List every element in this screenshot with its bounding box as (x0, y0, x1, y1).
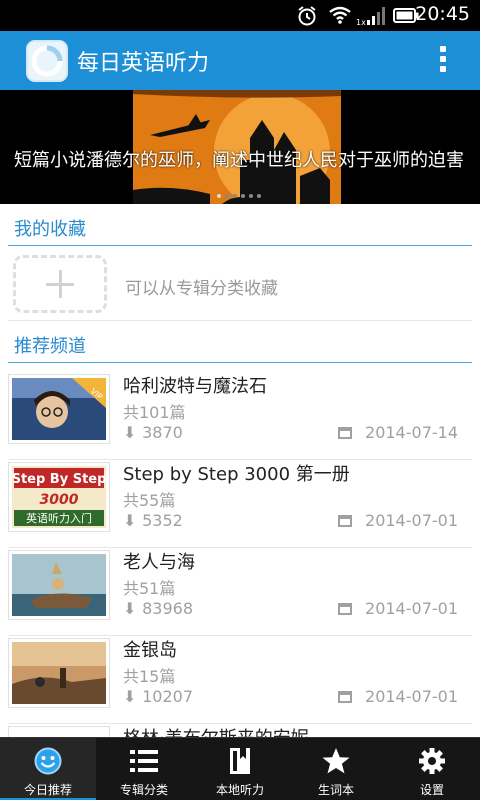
tab-local-listening[interactable]: 本地听力 (192, 738, 288, 800)
list-icon (130, 750, 158, 772)
tab-label: 生词本 (317, 783, 354, 797)
item-downloads: ⬇ 10207 (123, 687, 193, 706)
bottom-tab-bar: 今日推荐 专辑分类 本地听力 生词本 设置 (0, 737, 480, 800)
album-cover (8, 638, 110, 708)
item-count: 共101篇 (123, 403, 186, 422)
download-icon: ⬇ (123, 599, 137, 618)
calendar-icon (338, 691, 352, 703)
item-downloads: ⬇ 83968 (123, 599, 193, 618)
gear-icon (419, 748, 445, 774)
add-favorite-button[interactable] (13, 255, 107, 313)
divider (8, 320, 472, 321)
status-time: 20:45 (415, 3, 470, 25)
banner-caption: 短篇小说潘德尔的巫师，阐述中世纪人民对于巫师的迫害 (14, 150, 464, 171)
item-count: 共55篇 (123, 491, 176, 510)
svg-text:Step By Step: Step By Step (12, 472, 106, 487)
svg-text:3000: 3000 (40, 492, 79, 508)
tab-settings[interactable]: 设置 (384, 738, 480, 800)
tab-vocabulary[interactable]: 生词本 (288, 738, 384, 800)
list-item[interactable]: Step By Step 3000 英语听力入门 Step by Step 30… (8, 460, 472, 548)
item-date: 2014-07-01 (365, 687, 458, 706)
calendar-icon (338, 515, 352, 527)
svg-text:英语听力入门: 英语听力入门 (26, 511, 92, 525)
app-logo-icon (26, 40, 68, 82)
svg-text:1x: 1x (356, 18, 366, 27)
album-cover: VIP (8, 374, 110, 444)
item-date: 2014-07-01 (365, 599, 458, 618)
list-item[interactable]: 老人与海 共51篇 ⬇ 83968 2014-07-01 (8, 548, 472, 636)
banner-carousel[interactable]: 短篇小说潘德尔的巫师，阐述中世纪人民对于巫师的迫害 (0, 90, 480, 204)
album-cover: Step By Step 3000 英语听力入门 (8, 462, 110, 532)
item-date: 2014-07-14 (365, 423, 458, 442)
alarm-icon (298, 6, 316, 26)
calendar-icon (338, 603, 352, 615)
overflow-menu-icon[interactable] (438, 46, 448, 76)
book-icon (230, 748, 250, 774)
favorites-hint: 可以从专辑分类收藏 (125, 279, 278, 299)
tab-album-category[interactable]: 专辑分类 (96, 738, 192, 800)
list-item[interactable]: 金银岛 共15篇 ⬇ 10207 2014-07-01 (8, 636, 472, 724)
tab-label: 设置 (419, 783, 444, 797)
item-downloads: ⬇ 3870 (123, 423, 183, 442)
album-cover (8, 550, 110, 620)
item-count: 共51篇 (123, 579, 176, 598)
item-downloads: ⬇ 5352 (123, 511, 183, 530)
status-bar: 1x 20:45 (0, 0, 480, 31)
item-title: 金银岛 (123, 640, 177, 661)
item-date: 2014-07-01 (365, 511, 458, 530)
app-bar: 每日英语听力 (0, 31, 480, 90)
section-divider (8, 245, 472, 246)
favorites-section-title: 我的收藏 (14, 219, 86, 240)
star-icon (322, 748, 350, 774)
app-title: 每日英语听力 (77, 51, 210, 76)
banner-image (0, 90, 480, 204)
list-item[interactable]: VIP 哈利波特与魔法石 共101篇 ⬇ 3870 2014-07-14 (8, 372, 472, 460)
item-title: 老人与海 (123, 552, 195, 573)
item-title: 哈利波特与魔法石 (123, 376, 267, 397)
tab-label: 专辑分类 (119, 783, 168, 797)
tab-today-recommend[interactable]: 今日推荐 (0, 738, 96, 800)
calendar-icon (338, 427, 352, 439)
item-count: 共15篇 (123, 667, 176, 686)
wifi-icon (329, 6, 351, 24)
recommended-section-title: 推荐频道 (14, 336, 86, 357)
signal-icon: 1x (356, 7, 385, 27)
download-icon: ⬇ (123, 511, 137, 530)
section-divider (8, 362, 472, 363)
download-icon: ⬇ (123, 423, 137, 442)
smiley-icon (34, 747, 62, 775)
tab-label: 本地听力 (215, 783, 264, 797)
item-title: Step by Step 3000 第一册 (123, 464, 350, 485)
download-icon: ⬇ (123, 687, 137, 706)
tab-label: 今日推荐 (23, 783, 72, 797)
